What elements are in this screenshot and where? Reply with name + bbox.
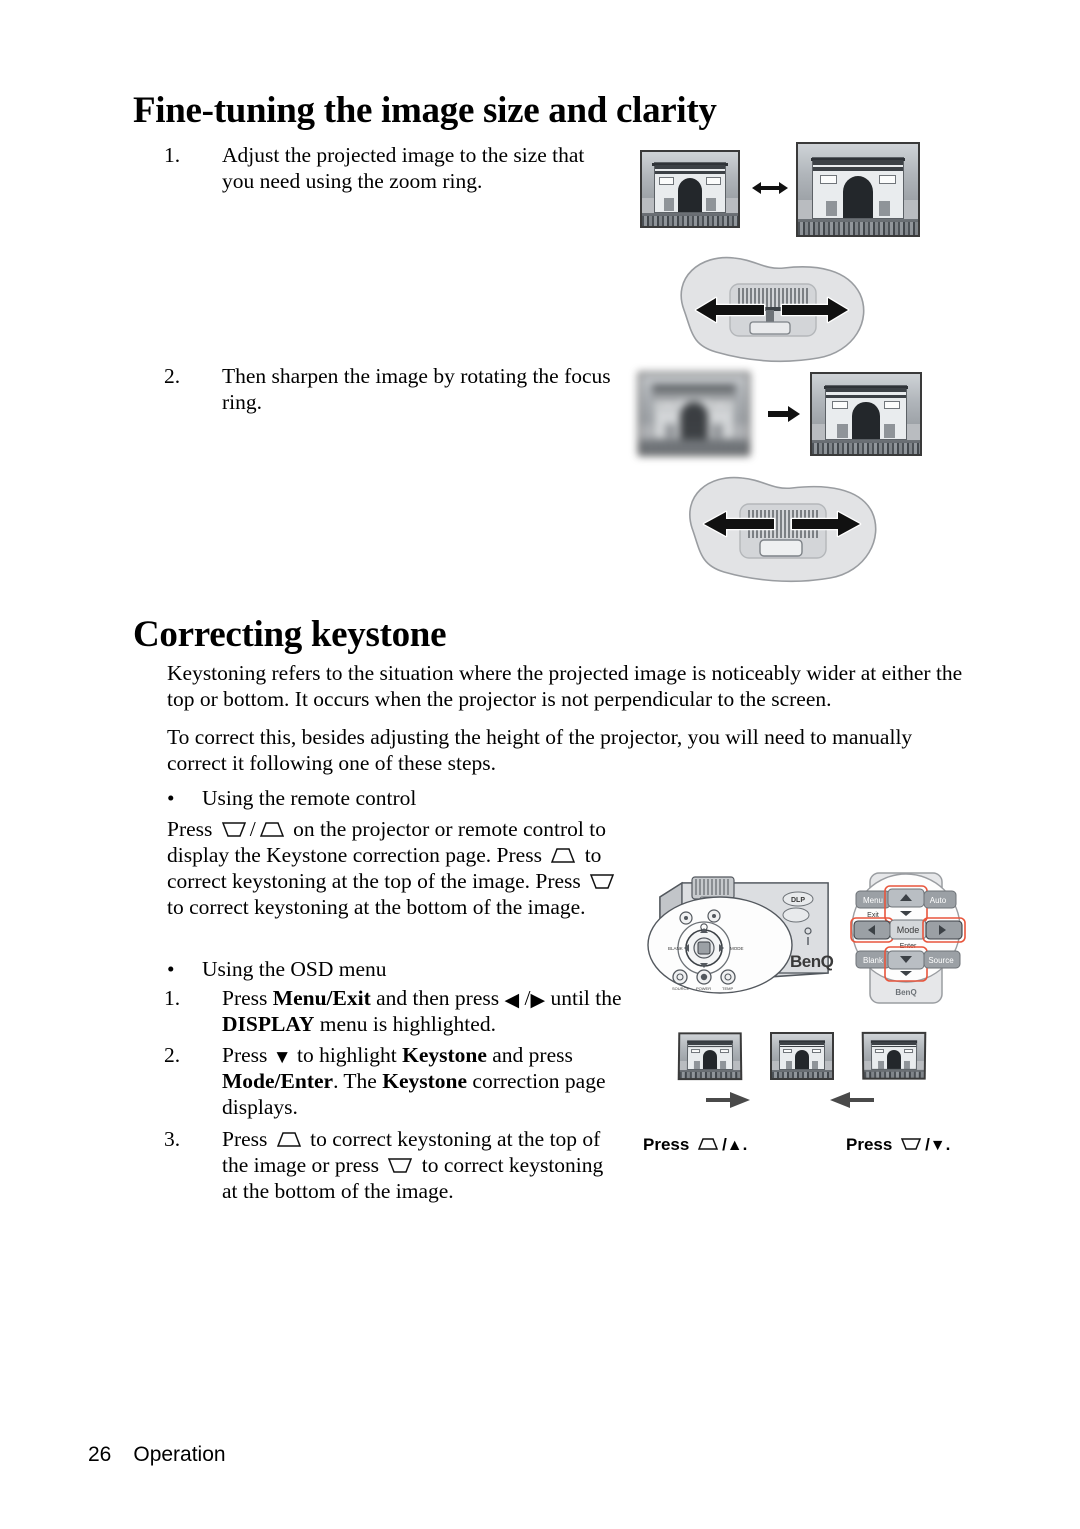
footer-section-label: Operation [133, 1443, 226, 1466]
press-up-word: Press [643, 1135, 690, 1154]
keystone-down-trapezoid-icon [387, 1157, 413, 1174]
arc-image-keystone-corrected [770, 1032, 834, 1080]
arrow-right-icon [766, 404, 802, 424]
keystone-paragraph-2: To correct this, besides adjusting the h… [167, 725, 913, 775]
osd2-d: and press [486, 1043, 573, 1067]
svg-text:MODE: MODE [730, 946, 744, 951]
keystone-down-trapezoid-icon [221, 821, 247, 838]
keystone-down-trapezoid-icon [900, 1137, 922, 1151]
section-heading-correcting-keystone: Correcting keystone [133, 614, 447, 655]
benq-logo-projector: BenQ [790, 952, 834, 971]
arc-image-small [640, 150, 740, 228]
osd-step-number-2: 2. [164, 1043, 181, 1067]
osd2-keystone-label-2: Keystone [382, 1069, 468, 1093]
osd1-a: Press [222, 986, 273, 1010]
osd2-a: Press [222, 1043, 273, 1067]
bullet-marker-osd: • [167, 957, 175, 981]
keystone-up-trapezoid-icon [259, 821, 285, 838]
arrow-right-icon: ▶ [530, 990, 546, 1011]
footer-page-number: 26 [88, 1443, 112, 1466]
osd-step-text-3: Press to correct keystoning at the top o… [222, 1126, 622, 1204]
remote-text-part-1: Press [167, 817, 213, 841]
step-text-1: Adjust the projected image to the size t… [222, 143, 585, 193]
press-down-period: . [945, 1135, 951, 1154]
osd-step-text-2: Press ▼ to highlight Keystone and press … [222, 1042, 612, 1120]
figure-image-size [640, 142, 920, 237]
svg-text:SOURCE: SOURCE [672, 986, 689, 991]
osd2-b: to highlight [291, 1043, 403, 1067]
bullet-label-using-osd-menu: Using the OSD menu [202, 957, 387, 981]
remote-text-separator: / [249, 817, 256, 841]
osd3-a: Press [222, 1127, 268, 1151]
projector-illustration: DLP BenQ BLANK MODE SOURCE POWER TEMP [647, 876, 834, 994]
osd1-f: menu is highlighted. [314, 1012, 496, 1036]
step-number-1: 1. [164, 143, 181, 167]
osd-step-number-1: 1. [164, 986, 181, 1010]
arrow-down-icon: ▼ [272, 1047, 292, 1068]
figure-focus-comparison [638, 372, 922, 456]
osd2-f: . The [333, 1069, 383, 1093]
osd-step-number-3: 3. [164, 1127, 181, 1151]
caption-press-down: Press /▼. [846, 1135, 950, 1155]
figure-projector-and-remote: DLP BenQ BLANK MODE SOURCE POWER TEMP Be… [638, 855, 978, 1020]
keystone-up-trapezoid-icon [697, 1137, 719, 1151]
svg-text:TEMP: TEMP [722, 986, 733, 991]
svg-text:POWER: POWER [696, 986, 711, 991]
osd1-display-label: DISPLAY [222, 1012, 315, 1036]
arc-image-keystone-bottom [861, 1031, 927, 1080]
figure-zoom-ring [672, 248, 872, 368]
document-page: Fine-tuning the image size and clarity 1… [0, 0, 1080, 1529]
remote-mode-button-label: Mode [897, 925, 920, 935]
arc-image-keystone-top [677, 1032, 743, 1081]
double-arrow-icon [750, 178, 790, 198]
figure-focus-ring [682, 468, 882, 590]
caption-press-up: Press /▲. [643, 1135, 747, 1155]
benq-logo-remote: BenQ [895, 988, 916, 997]
keystone-paragraph-1: Keystoning refers to the situation where… [167, 661, 963, 711]
remote-auto-button-label: Auto [930, 896, 947, 905]
keystone-down-trapezoid-icon [589, 873, 615, 890]
arrow-down-icon: ▼ [929, 1137, 946, 1154]
osd2-keystone-label: Keystone [402, 1043, 487, 1067]
arc-image-blurry [638, 372, 750, 456]
remote-control-illustration: BenQ Menu Exit Auto Mode Enter Blank Sou… [850, 872, 966, 1004]
remote-control-instructions: Press / on the projector or remote contr… [167, 816, 627, 920]
remote-source-button-label: Source [928, 956, 954, 965]
osd1-menu-exit-label: Menu/Exit [272, 986, 371, 1010]
osd-step-text-1: Press Menu/Exit and then press ◀ /▶ unti… [222, 985, 622, 1037]
remote-blank-button-label: Blank [863, 956, 884, 965]
arc-image-sharp [810, 372, 922, 456]
arrow-right-icon [706, 1090, 762, 1110]
keystone-up-trapezoid-icon [276, 1131, 302, 1148]
remote-menu-button-label: Menu [863, 896, 883, 905]
svg-text:DLP: DLP [791, 897, 805, 904]
osd1-d: until the [545, 986, 622, 1010]
bullet-label-using-remote-control: Using the remote control [202, 786, 417, 810]
step-text-2: Then sharpen the image by rotating the f… [222, 364, 611, 414]
arrow-left-icon: ◀ [504, 990, 520, 1011]
arrow-left-icon [818, 1090, 874, 1110]
press-down-word: Press [846, 1135, 893, 1154]
remote-text-part-4: to correct keystoning at the bottom of t… [167, 895, 586, 919]
arc-image-large [796, 142, 920, 237]
bullet-marker-remote: • [167, 786, 175, 810]
svg-text:BLANK: BLANK [668, 946, 683, 951]
keystone-up-trapezoid-icon [550, 847, 576, 864]
section-heading-fine-tuning: Fine-tuning the image size and clarity [133, 90, 717, 131]
page-footer: 26 Operation [88, 1443, 226, 1467]
press-up-period: . [742, 1135, 748, 1154]
osd1-c: and then press [370, 986, 505, 1010]
arrow-up-icon: ▲ [726, 1137, 743, 1154]
osd2-mode-enter-label: Mode/Enter [222, 1069, 334, 1093]
step-number-2: 2. [164, 364, 181, 388]
figure-keystone-samples [677, 1030, 938, 1130]
